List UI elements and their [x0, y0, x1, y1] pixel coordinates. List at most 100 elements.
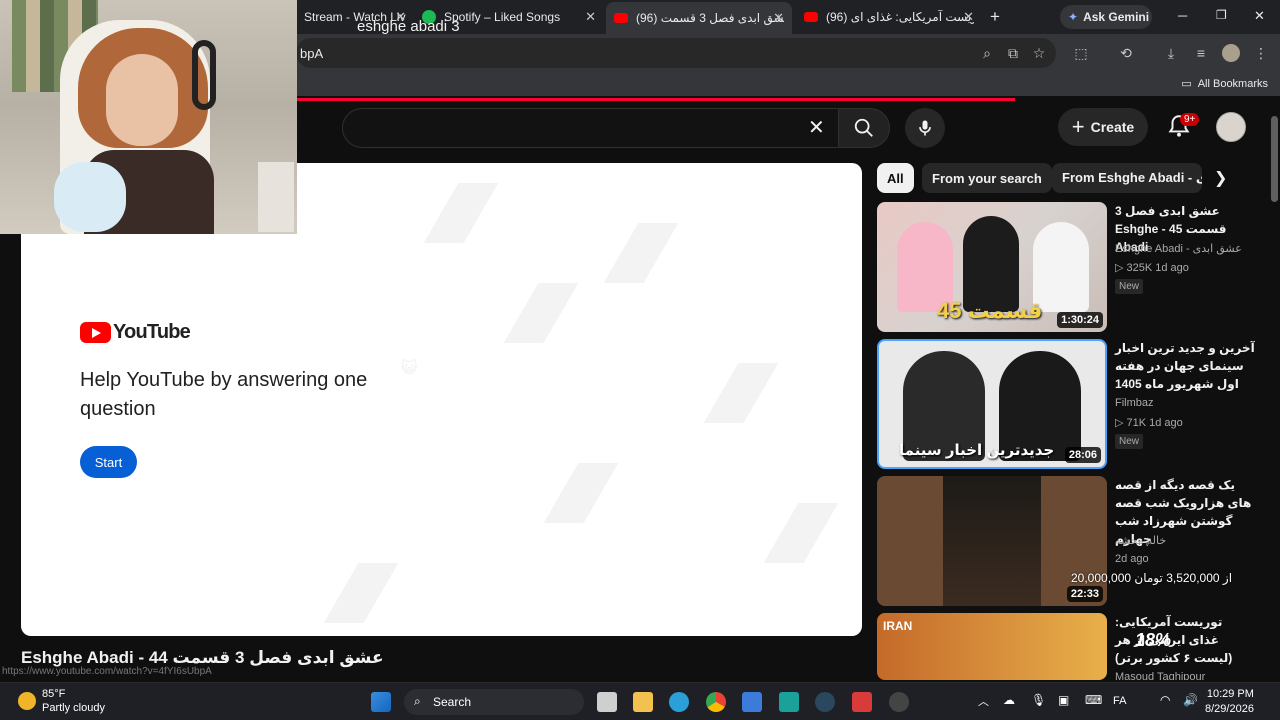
view-meta: ▷ 325K 1d ago	[1115, 262, 1189, 274]
kebab-menu-icon[interactable]: ⋮	[1252, 44, 1270, 62]
status-bar-url: https://www.youtube.com/watch?v=4fYI6sUb…	[2, 666, 212, 677]
video-thumbnail[interactable]: جدیدترین اخبار سینما 28:06	[877, 339, 1107, 469]
volume-icon[interactable]: 🔊	[1183, 693, 1198, 707]
app-icon[interactable]	[852, 692, 872, 712]
close-icon[interactable]: ✕	[585, 9, 596, 25]
network-icon[interactable]: ☁	[1003, 693, 1015, 707]
downloads-icon[interactable]: ⤓	[1162, 44, 1180, 62]
address-bar[interactable]	[296, 38, 1056, 68]
survey-question-title: Help YouTube by answering one question	[80, 369, 368, 420]
youtube-icon	[614, 13, 628, 23]
recommendation-item[interactable]: قسمت 45 1:30:24 عشق ابدی فصل 3 قسمت 45 -…	[877, 202, 1267, 332]
channel-name[interactable]: خاله محشه	[1115, 534, 1166, 547]
media-controls-icon[interactable]: ≡	[1192, 44, 1210, 62]
duration-badge: 28:06	[1064, 447, 1101, 463]
channel-name[interactable]: Eshghe Abadi - عشق ابدی	[1115, 242, 1242, 255]
price-overlay-text: 20,000,000 از 3,520,000 تومان	[1071, 571, 1233, 585]
app-icon[interactable]	[779, 692, 799, 712]
youtube-logo: YouTube	[80, 321, 191, 344]
tab-youtube-tourist[interactable]: (96) توریست آمریکایی: غذای ای ✕	[796, 4, 982, 30]
plus-icon: +	[1071, 114, 1085, 139]
close-icon[interactable]: ✕	[773, 10, 784, 26]
scrollbar-thumb[interactable]	[1271, 116, 1278, 202]
thumbnail-caption: قسمت 45	[937, 298, 1043, 323]
percent-overlay-text: 18%	[1135, 630, 1172, 650]
chrome-icon[interactable]	[706, 692, 726, 712]
video-thumbnail[interactable]: قسمت 45 1:30:24	[877, 202, 1107, 332]
thumbnail-caption: IRAN	[883, 619, 913, 633]
system-clock[interactable]: 10:29 PM 8/29/2026	[1205, 687, 1254, 717]
new-badge: New	[1115, 279, 1144, 294]
chip-from-your-search[interactable]: From your search	[922, 163, 1052, 193]
voice-search-button[interactable]	[905, 108, 945, 148]
microphone	[54, 162, 126, 232]
close-icon[interactable]: ✕	[963, 9, 974, 25]
file-explorer-icon[interactable]	[633, 692, 653, 712]
folder-icon: ▭	[1181, 78, 1192, 90]
steam-icon[interactable]	[815, 692, 835, 712]
minimize-icon[interactable]: ─	[1178, 8, 1187, 23]
recommendation-title: آخرین و جدید ترین اخبار سینمای جهان در ه…	[1115, 341, 1255, 391]
youtube-play-icon	[80, 322, 111, 343]
chevron-up-icon[interactable]: ︿	[978, 693, 989, 709]
survey-start-button[interactable]: Start	[80, 446, 137, 478]
recommendation-item[interactable]: 22:33 یک قصه دیگه از قصه های هزارویک شب …	[877, 476, 1267, 606]
video-thumbnail[interactable]: 22:33	[877, 476, 1107, 606]
streamer-webcam-overlay	[0, 0, 297, 234]
taskbar-search[interactable]: ⌕ Search	[404, 689, 584, 715]
install-app-icon[interactable]: ⧉	[1004, 44, 1022, 62]
keyboard-icon[interactable]: ⌨	[1085, 693, 1102, 707]
weather-desc: Partly cloudy	[42, 702, 105, 714]
clear-search-icon[interactable]: ✕	[808, 115, 825, 140]
recommendation-item[interactable]: جدیدترین اخبار سینما 28:06 آخرین و جدید …	[877, 339, 1267, 469]
headphones	[192, 40, 216, 110]
video-title: Eshghe Abadi - عشق ابدی فصل 3 قسمت 44	[21, 648, 384, 667]
weather-temp: 85°F	[42, 688, 66, 700]
face	[106, 54, 178, 146]
weather-icon	[18, 692, 36, 710]
store-icon[interactable]	[742, 692, 762, 712]
search-input[interactable]	[342, 108, 840, 148]
cat-cursor-icon: 😺	[401, 360, 418, 377]
channel-name[interactable]: Masoud Taghipour	[1115, 671, 1205, 680]
recommendation-item[interactable]: IRAN توریست آمریکایی: غذای ایرانی از هر …	[877, 613, 1267, 680]
url-text: bpA	[300, 46, 324, 61]
profile-avatar[interactable]	[1222, 44, 1240, 62]
window-close-icon[interactable]: ✕	[1254, 8, 1265, 24]
account-avatar[interactable]	[1216, 112, 1246, 142]
zoom-icon[interactable]: ⌕	[978, 44, 996, 62]
tab-label: Spotify – Liked Songs	[444, 10, 561, 24]
clock-date: 8/29/2026	[1205, 703, 1254, 715]
bookmark-star-icon[interactable]: ☆	[1030, 44, 1048, 62]
search-icon: ⌕	[414, 694, 421, 708]
language-indicator[interactable]: FA	[1113, 695, 1126, 707]
notification-count-badge: 9+	[1180, 113, 1200, 126]
radiator	[258, 162, 294, 232]
tab-youtube-active[interactable]: (96) عشق ابدی فصل 3 قسمت ✕	[606, 2, 792, 34]
new-tab-button[interactable]: +	[990, 7, 1000, 27]
clock-time: 10:29 PM	[1206, 688, 1254, 700]
edge-icon[interactable]	[669, 692, 689, 712]
create-label: Create	[1090, 119, 1135, 135]
microphone-icon[interactable]: 🎙	[1031, 693, 1046, 707]
video-thumbnail[interactable]: IRAN	[877, 613, 1107, 680]
extensions-icon[interactable]: ⬚	[1072, 44, 1090, 62]
maximize-icon[interactable]: ❐	[1216, 8, 1227, 22]
all-bookmarks[interactable]: ▭ All Bookmarks	[1181, 77, 1268, 90]
search-query-text: eshghe abadi 3	[357, 18, 460, 35]
chip-from-channel[interactable]: From Eshghe Abadi - عشق ابدی	[1052, 163, 1202, 193]
create-button[interactable]: + Create	[1058, 108, 1148, 146]
tray-app-icon[interactable]: ▣	[1058, 693, 1069, 707]
task-view-icon[interactable]	[597, 692, 617, 712]
wifi-icon[interactable]: ◠	[1160, 693, 1170, 707]
taskbar-search-label: Search	[433, 695, 472, 709]
ask-gemini-button[interactable]: ✦ Ask Gemini	[1060, 5, 1152, 29]
app-icon[interactable]	[889, 692, 909, 712]
chevron-right-icon[interactable]: ❯	[1214, 168, 1227, 188]
chip-all[interactable]: All	[877, 163, 914, 193]
search-button[interactable]	[838, 108, 890, 148]
youtube-icon	[804, 12, 818, 22]
channel-name[interactable]: Filmbaz	[1115, 397, 1154, 409]
windows-start-icon[interactable]	[371, 692, 391, 712]
history-icon[interactable]: ⟲	[1117, 44, 1135, 62]
